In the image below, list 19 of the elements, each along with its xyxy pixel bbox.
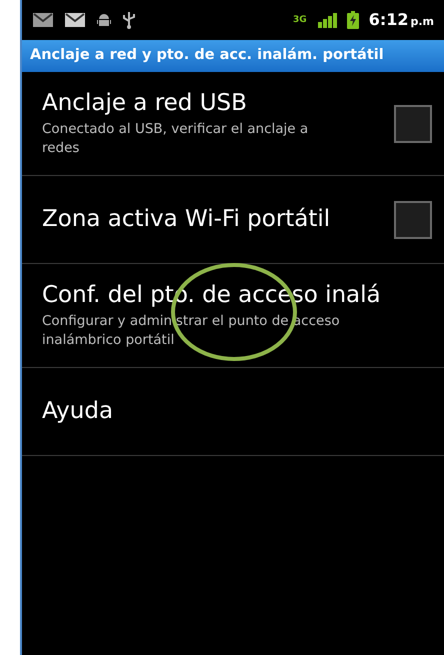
settings-item[interactable]: Anclaje a red USB Conectado al USB, verificar el anclaje a redes xyxy=(22,72,444,176)
checkbox[interactable] xyxy=(394,104,432,142)
robot-icon xyxy=(96,12,112,28)
mail-icon xyxy=(64,12,86,28)
network-type-label: 3G xyxy=(293,16,307,24)
clock-suffix: p.m xyxy=(410,14,434,30)
clock-time: 6:12 xyxy=(368,9,408,31)
screen-title: Anclaje a red y pto. de acc. inalám. portátil xyxy=(30,46,384,66)
setting-title: Zona activa Wi-Fi portátil xyxy=(42,205,332,234)
checkbox[interactable] xyxy=(394,200,432,238)
battery-icon xyxy=(346,11,359,29)
setting-title: Anclaje a red USB xyxy=(42,89,248,118)
settings-item[interactable]: Ayuda xyxy=(22,368,444,456)
settings-item[interactable]: Zona activa Wi-Fi portátil xyxy=(22,176,444,264)
signal-icon xyxy=(316,12,337,28)
mail-icon xyxy=(32,12,54,28)
usb-icon xyxy=(122,11,136,29)
setting-summary: Conectado al USB, verificar el anclaje a redes xyxy=(42,120,310,158)
setting-title: Ayuda xyxy=(42,397,114,426)
